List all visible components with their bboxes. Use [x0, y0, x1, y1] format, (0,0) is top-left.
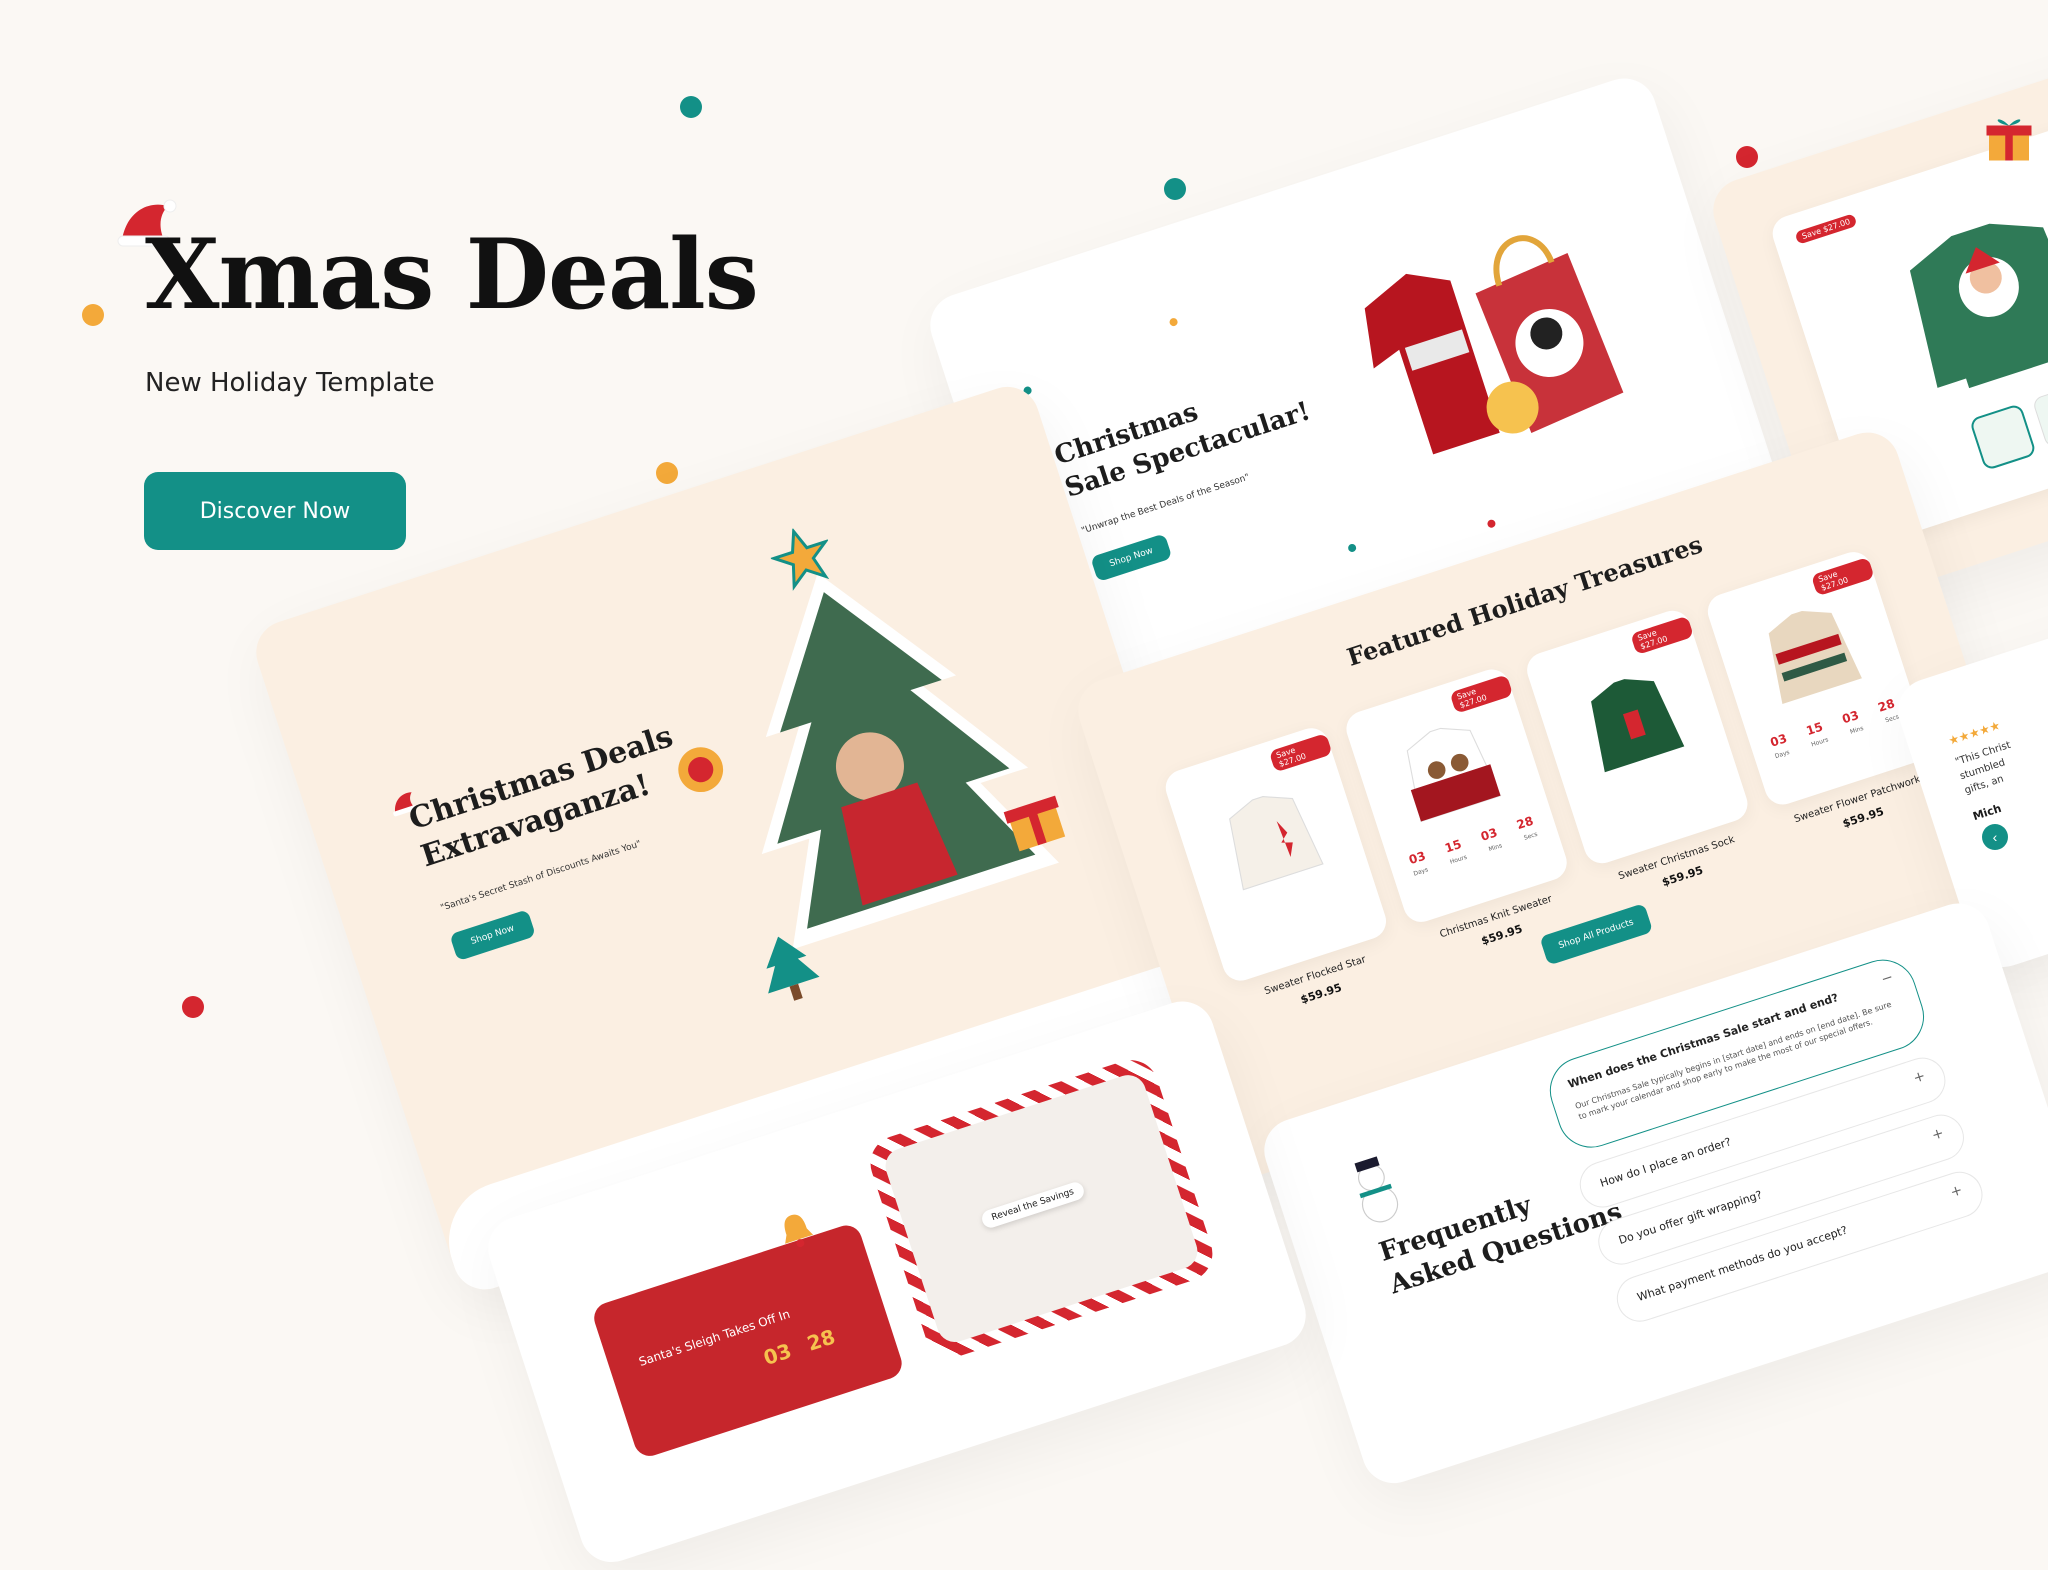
faq-question: How do I place an order? — [1598, 1135, 1733, 1190]
gift-photo-frame: Reveal the Savings — [863, 1052, 1220, 1365]
product-image — [1229, 796, 1324, 891]
confetti-dot — [680, 96, 702, 118]
countdown-label: Mins — [1487, 842, 1504, 854]
countdown-label: Days — [1774, 748, 1791, 761]
countdown-label: Hours — [1810, 736, 1830, 749]
product-badge: Save $27.00 — [1268, 733, 1333, 773]
countdown-digit: 03 — [760, 1338, 795, 1370]
countdown-mins: 03 — [1840, 707, 1861, 727]
countdown-hours: 15 — [1804, 719, 1825, 739]
product-image — [1406, 727, 1502, 823]
confetti-dot — [1347, 542, 1358, 554]
faq-question: Do you offer gift wrapping? — [1616, 1188, 1764, 1247]
countdown-digit: 28 — [804, 1324, 839, 1356]
carousel-prev-button[interactable]: ‹ — [1982, 824, 2008, 850]
deals-title: Christmas Deals Extravaganza! — [404, 717, 690, 876]
confetti-dot — [182, 996, 204, 1018]
discover-now-button[interactable]: Discover Now — [144, 472, 406, 550]
sweater-and-bag-image — [1364, 235, 1624, 455]
countdown-label: Secs — [1523, 830, 1539, 842]
product-detail-badge: Save $27.00 — [1794, 213, 1858, 245]
confetti-dot — [1164, 178, 1186, 200]
plus-icon[interactable]: + — [1948, 1182, 1964, 1201]
deals-shop-now-button[interactable]: Shop Now — [449, 909, 536, 962]
tree-photo-image — [761, 573, 1059, 950]
santa-sweater-image — [1909, 223, 2048, 389]
countdown-label: Hours — [1449, 853, 1468, 866]
review-author: Mich — [1971, 801, 2003, 824]
countdown-secs: 28 — [1514, 813, 1536, 833]
product-image — [1768, 610, 1862, 705]
countdown-label: Days — [1412, 866, 1430, 878]
snowman-icon — [1354, 1156, 1399, 1223]
countdown-days: 03 — [1407, 848, 1428, 868]
plus-icon[interactable]: + — [1911, 1068, 1927, 1087]
hero-subtitle: New Holiday Template — [145, 368, 435, 398]
confetti-dot — [1486, 518, 1497, 529]
countdown-mins: 03 — [1478, 825, 1500, 844]
review-snippet: "This Christ stumbled gifts, an — [1953, 738, 2022, 799]
product-image — [1591, 679, 1685, 773]
confetti-dot — [1168, 317, 1179, 328]
confetti-dot — [656, 462, 678, 484]
countdown-ticket: Santa's Sleigh Takes Off In 03 28 — [590, 1221, 906, 1461]
countdown-label: Mins — [1849, 724, 1865, 736]
sale-shop-now-button[interactable]: Shop Now — [1090, 533, 1173, 583]
confetti-dot — [1736, 146, 1758, 168]
countdown-digits: 03 28 — [761, 1324, 838, 1370]
plus-icon[interactable]: + — [1930, 1125, 1946, 1144]
sale-title: Christmas Sale Spectacular! — [1051, 363, 1315, 506]
countdown-hours: 15 — [1443, 837, 1464, 856]
confetti-dot — [82, 304, 104, 326]
countdown-secs: 28 — [1876, 696, 1897, 715]
gift-icon — [1986, 119, 2032, 161]
thumbnail[interactable] — [2031, 383, 2048, 449]
thumbnail[interactable] — [1968, 403, 2037, 472]
product-badge: Save $27.00 — [1630, 615, 1695, 656]
minus-icon[interactable]: − — [1879, 969, 1895, 988]
hero-title: Xmas Deals — [145, 218, 759, 331]
countdown-days: 03 — [1768, 731, 1789, 750]
